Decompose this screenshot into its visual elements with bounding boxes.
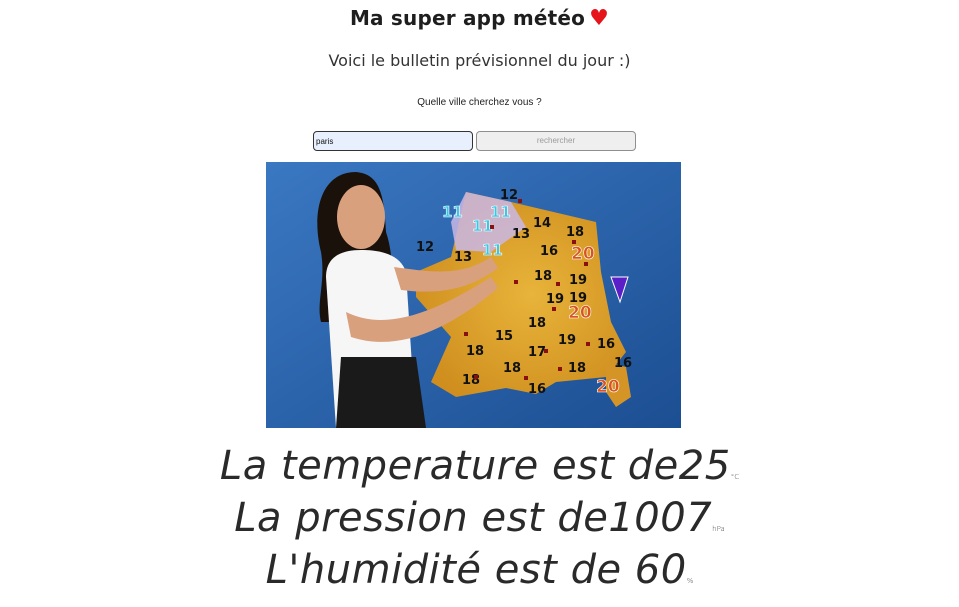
- svg-text:18: 18: [566, 225, 584, 240]
- svg-text:18: 18: [528, 316, 546, 331]
- humidity-unit: %: [686, 577, 694, 585]
- svg-text:20: 20: [568, 303, 592, 323]
- svg-text:15: 15: [495, 329, 513, 344]
- svg-text:16: 16: [614, 356, 632, 371]
- svg-text:19: 19: [558, 333, 576, 348]
- svg-text:11: 11: [472, 217, 493, 235]
- svg-text:20: 20: [596, 377, 620, 397]
- humidity-value: 60: [634, 547, 687, 593]
- weather-forecast-image: 12 14 13 18 16 12 13 18 19 19 19 18 15 1…: [266, 162, 681, 428]
- svg-text:11: 11: [490, 203, 511, 221]
- weather-map-illustration: 12 14 13 18 16 12 13 18 19 19 19 18 15 1…: [266, 162, 681, 428]
- humidity-readout: L'humidité est de 60%: [0, 546, 959, 605]
- temperature-unit: °C: [730, 473, 740, 481]
- search-question-label: Quelle ville cherchez vous ?: [417, 97, 542, 108]
- city-search-input[interactable]: [313, 131, 473, 151]
- svg-text:18: 18: [568, 361, 586, 376]
- svg-text:11: 11: [482, 241, 503, 259]
- pressure-label: La pression est de: [234, 495, 609, 541]
- pressure-value: 1007: [608, 495, 713, 541]
- svg-text:12: 12: [416, 240, 434, 255]
- svg-text:11: 11: [442, 203, 463, 221]
- svg-text:20: 20: [571, 244, 595, 264]
- svg-text:14: 14: [533, 216, 551, 231]
- svg-text:17: 17: [528, 345, 546, 360]
- temperature-label: La temperature est de: [219, 443, 679, 489]
- humidity-label: L'humidité est de: [265, 547, 635, 593]
- page-subtitle: Voici le bulletin prévisionnel du jour :…: [328, 51, 631, 70]
- heart-icon: ♥: [589, 6, 610, 31]
- search-button[interactable]: rechercher: [476, 131, 636, 151]
- svg-text:13: 13: [454, 250, 472, 265]
- svg-text:16: 16: [597, 337, 615, 352]
- svg-text:19: 19: [546, 292, 564, 307]
- svg-text:13: 13: [512, 227, 530, 242]
- svg-text:16: 16: [540, 244, 558, 259]
- pressure-unit: hPa: [712, 525, 725, 533]
- svg-text:19: 19: [569, 273, 587, 288]
- svg-text:12: 12: [500, 188, 518, 203]
- svg-text:18: 18: [466, 344, 484, 359]
- app-title: Ma super app météo ♥: [0, 6, 959, 31]
- temperature-readout: La temperature est de25°C: [0, 442, 959, 501]
- temperature-value: 25: [678, 443, 731, 489]
- svg-text:16: 16: [528, 382, 546, 397]
- app-title-text: Ma super app météo: [349, 6, 586, 30]
- svg-text:18: 18: [534, 269, 552, 284]
- pressure-readout: La pression est de1007hPa: [0, 494, 959, 553]
- svg-text:18: 18: [503, 361, 521, 376]
